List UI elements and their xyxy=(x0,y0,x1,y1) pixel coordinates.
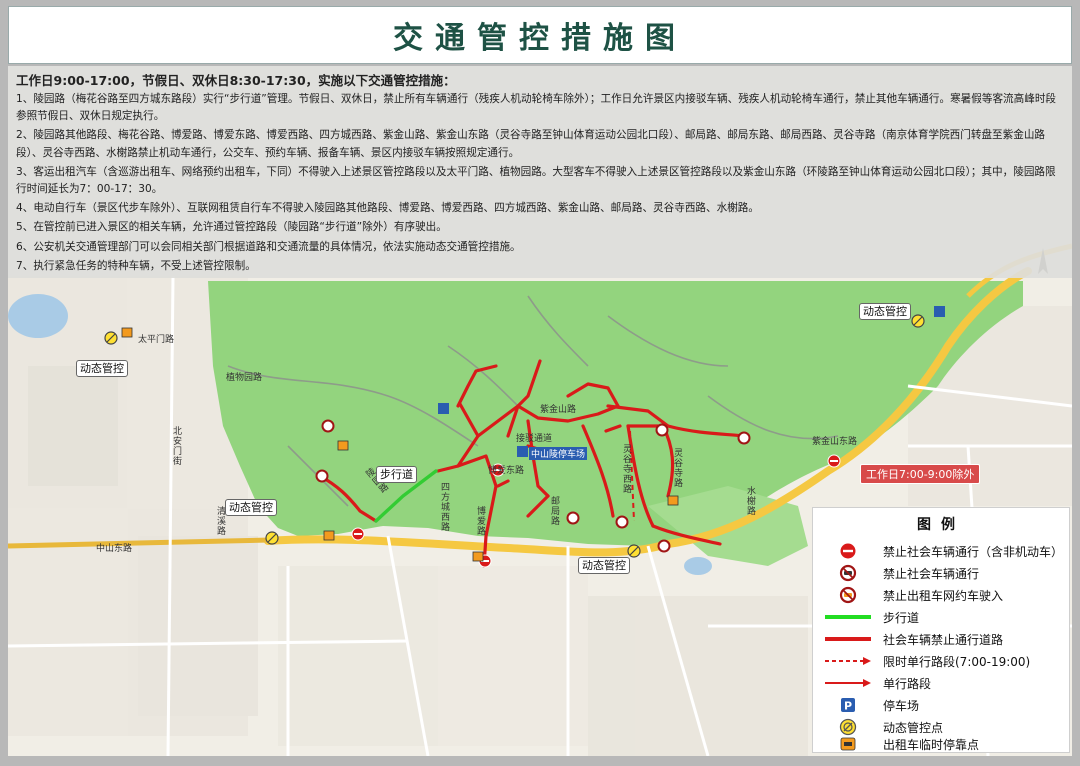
road-label-zhongshanling-park: 中山陵停车场 xyxy=(529,447,588,460)
legend-item: 社会车辆禁止通行道路 xyxy=(813,628,1071,650)
control-point-label: 动态管控 xyxy=(578,557,630,574)
road-label-bo-ai-dong: 博爱东路 xyxy=(488,466,525,476)
control-point-label: 动态管控 xyxy=(225,499,277,516)
legend-item: 步行道 xyxy=(813,606,1071,628)
road-label-zhiwuyuan: 植物园路 xyxy=(226,373,263,383)
notice-item: 4、电动自行车（景区代步车除外）、互联网租赁自行车不得驶入陵园路其他路段、博爱路… xyxy=(16,202,759,215)
road-label-zijinshan-dong: 紫金山东路 xyxy=(812,437,858,447)
notice-heading: 工作日9:00-17:00，节假日、双休日8:30-17:30，实施以下交通管控… xyxy=(16,73,456,88)
page-title: 交通管控措施图 xyxy=(393,21,687,56)
notice-item: 7、执行紧急任务的特种车辆，不受上述管控限制。 xyxy=(16,259,256,272)
notice-panel: 工作日9:00-17:00，节假日、双休日8:30-17:30，实施以下交通管控… xyxy=(8,66,1072,278)
legend-label: 禁止社会车辆通行（含非机动车） xyxy=(883,544,1064,559)
timed-oneway-dashed-arrow-icon xyxy=(825,657,871,665)
legend-label: 禁止出租车网约车驶入 xyxy=(883,588,1004,603)
road-label-lingguyi: 灵谷寺路 xyxy=(672,448,682,488)
legend-title: 图例 xyxy=(917,517,965,533)
road-label-lingguyi-xi: 灵谷寺西路 xyxy=(621,444,631,494)
title-bar: 交通管控措施图 xyxy=(8,6,1072,64)
workday-exception-badge: 工作日7:00-9:00除外 xyxy=(860,464,981,484)
road-label-jiebo: 接驳通道 xyxy=(516,434,553,444)
legend-label: 动态管控点 xyxy=(883,720,944,735)
legend-label: 出租车临时停靠点 xyxy=(883,737,980,752)
legend-item: 禁止出租车网约车驶入 xyxy=(813,584,1071,606)
legend-item: 单行路段 xyxy=(813,672,1071,694)
legend-label: 限时单行路段(7:00-19:00) xyxy=(883,654,1031,669)
road-label-sifangcheng-xi: 四方城西路 xyxy=(439,482,449,532)
notice-item: 6、公安机关交通管理部门可以会同相关部门根据道路和交通流量的具体情况，依法实施动… xyxy=(16,240,521,253)
notice-item: 2、陵园路其他路段、梅花谷路、博爱路、博爱东路、博爱西路、四方城西路、紫金山路、… xyxy=(16,129,1046,159)
legend-item: P 停车场 xyxy=(813,694,1071,716)
walkway-line-icon xyxy=(825,615,871,619)
legend-item: 出租车临时停靠点 xyxy=(813,736,1071,752)
road-label-youju: 邮局路 xyxy=(549,496,559,526)
dynamic-control-point-icon xyxy=(839,718,857,736)
parking-icon: P xyxy=(841,698,855,713)
notice-item: 3、客运出租汽车（含巡游出租车、网络预约出租车，下同）不得驶入上述景区管控路段以… xyxy=(16,165,1056,196)
legend-label: 步行道 xyxy=(883,610,920,625)
road-label-bo-ai: 博爱路 xyxy=(475,506,485,536)
notice-item: 5、在管控前已进入景区的相关车辆，允许通过管控路段（陵园路“步行道”除外）有序驶… xyxy=(16,221,447,234)
notice-item: 1、陵园路（梅花谷路至四方城东路段）实行“步行道”管理。节假日、双休日，禁止所有… xyxy=(16,93,1057,123)
control-point-label: 动态管控 xyxy=(76,360,128,377)
walkway-label: 步行道 xyxy=(376,466,417,483)
legend-item: 限时单行路段(7:00-19:00) xyxy=(813,650,1071,672)
control-point-label: 动态管控 xyxy=(859,303,911,320)
taxi-stop-icon xyxy=(840,737,856,751)
legend-label: 禁止社会车辆通行 xyxy=(883,566,980,581)
legend-item: 禁止社会车辆通行（含非机动车） xyxy=(813,540,1071,562)
legend-label: 停车场 xyxy=(883,698,920,713)
legend-label: 社会车辆禁止通行道路 xyxy=(883,632,1004,647)
road-label-zhongshandong: 中山东路 xyxy=(96,544,133,554)
road-label-shuixie: 水榭路 xyxy=(745,486,755,516)
road-label-beianmen: 北安门街 xyxy=(171,426,181,466)
road-label-zijinshan: 紫金山路 xyxy=(540,405,577,415)
no-vehicle-icon xyxy=(840,543,856,559)
legend-box: 图例 禁止社会车辆通行（含非机动车） 禁止社会车辆通行 禁止出租车网约车驶入 步… xyxy=(812,507,1070,753)
svg-text:P: P xyxy=(844,700,852,713)
no-taxi-icon xyxy=(839,586,857,604)
oneway-arrow-icon xyxy=(825,679,871,687)
legend-item: 禁止社会车辆通行 xyxy=(813,562,1071,584)
road-label-taipingmen: 太平门路 xyxy=(138,335,175,345)
legend-label: 单行路段 xyxy=(883,676,932,691)
restricted-road-line-icon xyxy=(825,637,871,641)
no-car-icon xyxy=(839,564,857,582)
